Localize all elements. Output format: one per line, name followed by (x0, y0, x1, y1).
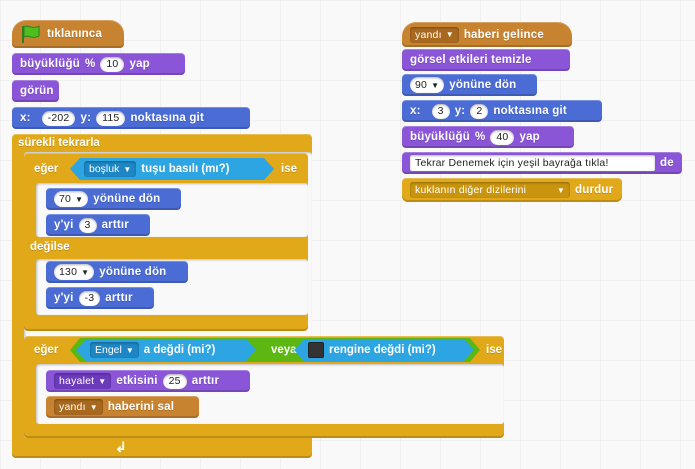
if2-is-label: ise (486, 344, 502, 356)
key-dropdown[interactable]: boşluk ▼ (84, 161, 136, 177)
broadcast-label: haberini sal (107, 401, 175, 413)
say-block[interactable]: Tekrar Denemek için yeşil bayrağa tıkla!… (402, 152, 682, 174)
x-label: x: (410, 105, 421, 117)
message-dropdown[interactable]: yandı ▼ (54, 399, 103, 415)
color-swatch[interactable] (308, 342, 324, 358)
point-direction-block[interactable]: 70 ▼ yönüne dön (46, 188, 181, 210)
change-effect-block[interactable]: hayalet ▼ etkisini 25 arttır (46, 370, 250, 392)
chevron-down-icon: ▼ (123, 164, 132, 174)
direction-value: 90 (415, 79, 428, 91)
x-input[interactable]: -202 (41, 110, 76, 126)
point-direction-block[interactable]: 90 ▼ yönüne dön (402, 74, 537, 96)
broadcast-block[interactable]: yandı ▼ haberini sal (46, 396, 199, 418)
message-value: yandı (59, 401, 86, 413)
touching-color-label: rengine değdi (mi?) (329, 344, 436, 356)
key-value: boşluk (89, 163, 120, 175)
direction-post: yönüne dön (449, 79, 517, 91)
percent-label: % (474, 131, 486, 143)
goto-post: noktasına git (493, 105, 567, 117)
x-label: x: (20, 112, 31, 124)
change-y-post: arttır (101, 219, 129, 231)
chevron-down-icon: ▼ (98, 376, 107, 386)
y-input[interactable]: 2 (470, 103, 489, 119)
chevron-down-icon: ▼ (125, 345, 134, 355)
stop-option-dropdown[interactable]: kuklanın diğer dizilerini ▼ (410, 182, 570, 198)
percent-label: % (84, 58, 96, 70)
set-size-label: büyüklüğü (20, 58, 80, 70)
effect-dropdown[interactable]: hayalet ▼ (54, 373, 112, 389)
y-label: y: (454, 105, 466, 117)
stop-label: durdur (575, 184, 614, 196)
touching-sprite-label: a değdi (mi?) (143, 344, 216, 356)
change-y-input[interactable]: 3 (78, 217, 97, 233)
effect-value: hayalet (59, 375, 95, 387)
show-label: görün (20, 85, 54, 97)
chevron-down-icon: ▼ (556, 185, 565, 195)
flag-hat-label: tıklanınca (47, 28, 103, 40)
chevron-down-icon: ▼ (89, 402, 98, 412)
if-is-label: ise (281, 163, 297, 175)
receive-label: haberi gelince (463, 28, 544, 41)
change-y-label: y'yi (54, 219, 74, 231)
direction-value: 130 (59, 266, 78, 278)
set-size-block[interactable]: büyüklüğü % 40 yap (402, 126, 574, 148)
change-y-input[interactable]: -3 (78, 290, 101, 306)
key-pressed-label: tuşu basılı (mı?) (141, 163, 230, 175)
clear-effects-label: görsel etkileri temizle (410, 54, 532, 66)
chevron-down-icon: ▼ (445, 30, 454, 39)
size-input[interactable]: 10 (100, 56, 125, 72)
chevron-down-icon: ▼ (81, 267, 90, 277)
change-y-label: y'yi (54, 292, 74, 304)
stop-block[interactable]: kuklanın diğer dizilerini ▼ durdur (402, 178, 622, 202)
direction-dropdown[interactable]: 70 ▼ (54, 191, 89, 207)
goto-xy-block[interactable]: x: 3 y: 2 noktasına git (402, 100, 602, 122)
goto-xy-block[interactable]: x: -202 y: 115 noktasına git (12, 107, 250, 129)
touching-color-condition[interactable]: rengine değdi (mi?) (294, 339, 474, 361)
message-value: yandı (415, 28, 442, 41)
chevron-down-icon: ▼ (75, 194, 84, 204)
else-label: değilse (30, 241, 70, 253)
sprite-dropdown[interactable]: Engel ▼ (90, 342, 139, 358)
set-size-label: büyüklüğü (410, 131, 470, 143)
y-label: y: (80, 112, 92, 124)
point-direction-block[interactable]: 130 ▼ yönüne dön (46, 261, 188, 283)
effect-input[interactable]: 25 (162, 373, 187, 389)
green-flag-icon (22, 25, 40, 43)
set-size-block[interactable]: büyüklüğü % 10 yap (12, 53, 185, 75)
direction-value: 70 (59, 193, 72, 205)
effect-label: etkisini (116, 375, 158, 387)
if2-label: eğer (34, 344, 59, 356)
y-input[interactable]: 115 (96, 110, 126, 126)
change-y-block[interactable]: y'yi 3 arttır (46, 214, 150, 236)
message-dropdown[interactable]: yandı ▼ (410, 26, 459, 43)
if-label: eğer (34, 163, 59, 175)
chevron-down-icon: ▼ (431, 80, 440, 90)
x-input[interactable]: 3 (431, 103, 450, 119)
set-size-post: yap (129, 58, 150, 70)
direction-dropdown[interactable]: 130 ▼ (54, 264, 95, 280)
say-label: de (660, 157, 674, 169)
stop-option-value: kuklanın diğer dizilerini (415, 184, 527, 196)
when-receive-hat-block[interactable]: yandı ▼ haberi gelince (402, 22, 572, 47)
touching-sprite-condition[interactable]: Engel ▼ a değdi (mi?) (76, 339, 256, 361)
say-text-input[interactable]: Tekrar Denemek için yeşil bayrağa tıkla! (410, 155, 655, 171)
forever-label: sürekli tekrarla (18, 137, 100, 149)
direction-post: yönüne dön (99, 266, 167, 278)
change-y-block[interactable]: y'yi -3 arttır (46, 287, 154, 309)
effect-post: arttır (191, 375, 220, 387)
goto-post: noktasına git (130, 112, 204, 124)
size-input[interactable]: 40 (490, 129, 515, 145)
sprite-value: Engel (95, 344, 122, 356)
green-flag-hat-block[interactable]: tıklanınca (12, 20, 124, 48)
set-size-post: yap (519, 131, 540, 143)
key-pressed-condition[interactable]: boşluk ▼ tuşu basılı (mı?) (70, 158, 274, 180)
clear-effects-block[interactable]: görsel etkileri temizle (402, 49, 570, 71)
direction-dropdown[interactable]: 90 ▼ (410, 77, 445, 93)
show-block[interactable]: görün (12, 80, 59, 102)
direction-post: yönüne dön (93, 193, 161, 205)
change-y-post: arttır (105, 292, 133, 304)
or-label: veya (271, 344, 297, 356)
loop-arrow-icon: ↲ (115, 439, 127, 455)
